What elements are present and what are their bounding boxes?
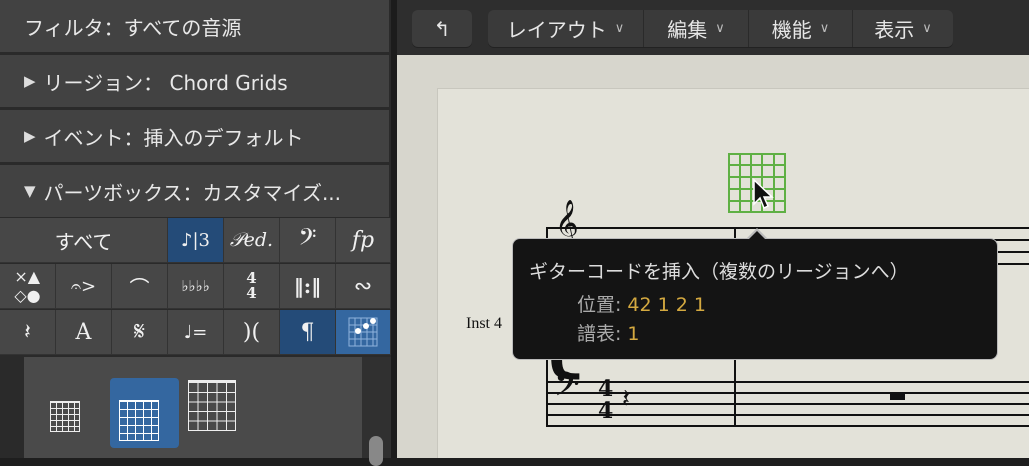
edit-menu[interactable]: 編集 ∨ [644, 10, 749, 47]
menu-label: 表示 [874, 18, 915, 42]
disclosure-down-icon: ▼ [24, 182, 36, 200]
bass-clef-icon[interactable]: 𝄢 [280, 218, 336, 263]
clef-bracket-icon[interactable]: )( [224, 310, 280, 355]
position-label: 位置: [577, 294, 622, 316]
notehead-icon[interactable]: ×▲ ◇● [0, 264, 56, 309]
layout-menu[interactable]: レイアウト ∨ [488, 10, 644, 47]
ornament-icon[interactable]: ∾ [336, 264, 391, 309]
event-label: イベント：挿入のデフォルト [43, 125, 304, 150]
slur-hairpin-icon[interactable]: ⌒ [112, 264, 168, 309]
whole-rest-icon [890, 393, 905, 400]
menu-label: 編集 [667, 18, 708, 42]
staff-value: 1 [627, 323, 640, 345]
tuplet-icon[interactable]: ♪|3 [168, 218, 224, 263]
filter-label: フィルタ：すべての音源 [24, 15, 242, 40]
position-row: 位置: 42 1 2 1 [577, 290, 997, 317]
scrollbar-thumb[interactable] [369, 436, 383, 466]
dynamics-icon[interactable]: fp [336, 218, 391, 263]
paragraph-icon[interactable]: ¶ [280, 310, 336, 355]
repeat-barline-icon[interactable]: ‖:‖ [280, 264, 336, 309]
score-toolbar: ↰ レイアウト ∨ 編集 ∨ 機能 ∨ 表示 ∨ [397, 0, 1029, 55]
chevron-down-icon: ∨ [715, 21, 725, 36]
parts-box-panel: フィルタ：すべての音源 ▶ リージョン： Chord Grids ▶ イベント：挿入… [0, 0, 391, 466]
view-menu[interactable]: 表示 ∨ [853, 10, 953, 47]
staff-row: 譜表: 1 [577, 319, 997, 346]
menu-label: レイアウト [506, 18, 607, 42]
text-icon[interactable]: A [56, 310, 112, 355]
rest-icon[interactable]: 𝄽 [0, 310, 56, 355]
back-button[interactable]: ↰ [412, 10, 472, 47]
instrument-name: Inst 4 [466, 315, 502, 332]
quarter-rest-icon: 𝄽 [622, 384, 630, 414]
event-header[interactable]: ▶ イベント：挿入のデフォルト [0, 110, 389, 162]
chevron-down-icon: ∨ [819, 21, 830, 36]
chevron-down-icon: ∨ [614, 21, 625, 36]
chord-grid-large[interactable] [188, 380, 236, 435]
pedal-icon[interactable]: 𝒫ed. [224, 218, 280, 263]
chord-grid-medium[interactable] [110, 378, 179, 448]
chevron-down-icon: ∨ [922, 21, 932, 36]
functions-menu[interactable]: 機能 ∨ [749, 10, 853, 47]
bass-clef-symbol: 𝄢 [554, 366, 580, 412]
disclosure-right-icon: ▶ [24, 72, 36, 90]
menu-label: 機能 [771, 18, 812, 42]
chord-grid-icon[interactable] [336, 310, 391, 355]
disclosure-right-icon: ▶ [24, 127, 36, 145]
all-button[interactable]: すべて [0, 218, 168, 263]
insert-chord-tooltip: ギターコードを挿入（複数のリージョンへ） 位置: 42 1 2 1 譜表: 1 [512, 238, 998, 360]
position-value: 42 1 2 1 [627, 294, 706, 316]
articulation-icon[interactable]: 𝄐> [56, 264, 112, 309]
partsbox-header[interactable]: ▼ パーツボックス：カスタマイズ... [0, 165, 389, 217]
chord-grid-size-picker [24, 357, 362, 458]
filter-header[interactable]: フィルタ：すべての音源 [0, 0, 389, 52]
staff-label: 譜表: [577, 323, 622, 345]
time-signature-icon[interactable]: 4 4 [224, 264, 280, 309]
tooltip-arrow-fill [748, 231, 766, 240]
mouse-pointer-icon [753, 178, 774, 210]
key-signature-icon[interactable]: ♭♭♭♭ [168, 264, 224, 309]
tempo-icon[interactable]: ♩= [168, 310, 224, 355]
partsbox-label: パーツボックス：カスタマイズ... [43, 180, 342, 205]
region-header[interactable]: ▶ リージョン： Chord Grids [0, 55, 389, 107]
segno-icon[interactable]: 𝄋 [112, 310, 168, 355]
region-label: リージョン： Chord Grids [43, 70, 288, 95]
tooltip-title: ギターコードを挿入（複数のリージョンへ） [529, 261, 909, 283]
chord-grid-small[interactable] [50, 401, 80, 436]
time-signature: 44 [598, 376, 614, 424]
